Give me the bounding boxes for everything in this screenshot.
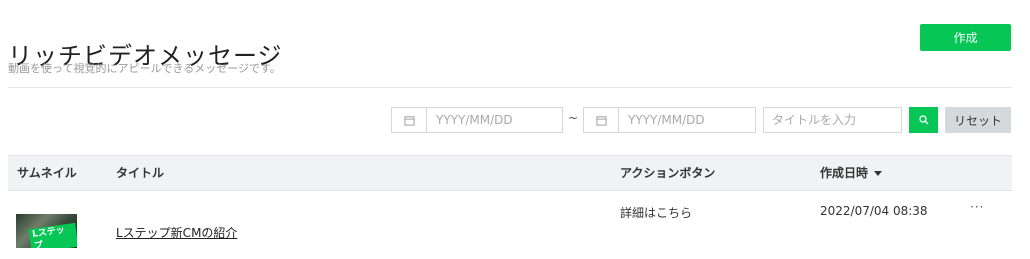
date-to-placeholder: YYYY/MM/DD [628, 113, 705, 127]
thumbnail-logo: Lステップ [28, 222, 77, 248]
reset-button[interactable]: リセット [945, 107, 1011, 133]
table-header: サムネイル タイトル アクションボタン 作成日時 [8, 155, 1012, 191]
divider [8, 87, 1012, 88]
column-created-at-label: 作成日時 [820, 166, 869, 180]
title-search-input[interactable]: タイトルを入力 [763, 107, 902, 133]
create-button[interactable]: 作成 [920, 24, 1011, 51]
row-title-link[interactable]: Lステップ新CMの紹介 [116, 224, 237, 241]
column-thumbnail: サムネイル [17, 166, 77, 180]
search-button[interactable] [909, 107, 938, 133]
page-subtitle: 動画を使って視覚的にアピールできるメッセージです。 [8, 62, 281, 75]
column-action-button: アクションボタン [620, 166, 716, 180]
date-from-placeholder: YYYY/MM/DD [436, 113, 513, 127]
row-action-button-text: 詳細はこちら [620, 206, 693, 220]
video-thumbnail[interactable]: Lステップ [16, 214, 77, 248]
date-range-separator: ~ [568, 111, 579, 125]
sort-down-icon[interactable] [874, 171, 883, 176]
calendar-icon[interactable] [584, 108, 619, 132]
column-created-at[interactable]: 作成日時 [820, 156, 883, 190]
date-from-field[interactable]: YYYY/MM/DD [391, 107, 563, 133]
row-created-at: 2022/07/04 08:38 [820, 204, 928, 218]
table-row: Lステップ Lステップ新CMの紹介 詳細はこちら 2022/07/04 08:3… [8, 191, 1012, 259]
calendar-icon[interactable] [392, 108, 427, 132]
search-icon [918, 115, 928, 125]
date-to-field[interactable]: YYYY/MM/DD [583, 107, 756, 133]
column-title: タイトル [116, 166, 165, 180]
more-icon[interactable]: ··· [970, 200, 984, 214]
